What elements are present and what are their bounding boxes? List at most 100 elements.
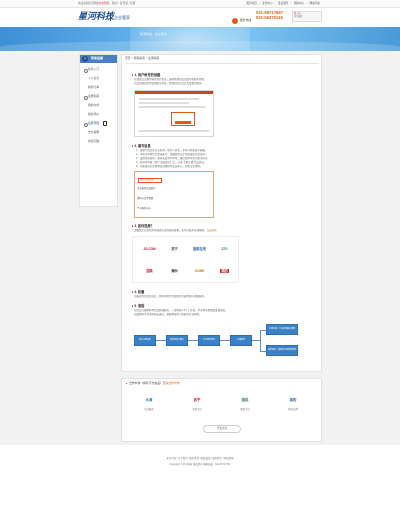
brand-logo-8: 美的 xyxy=(214,265,235,276)
partner-item[interactable]: 国美 零售平台 xyxy=(230,396,260,416)
main-content: 首页 > 帮助指南 > 注册指南 1. 用户帐号的创建 在线提交注册资料并进行验… xyxy=(121,54,322,372)
partners-title-note: （排名不分先后） xyxy=(140,381,163,385)
shot-register-button xyxy=(175,121,191,124)
partner-name: 电商平台 xyxy=(192,408,202,411)
partners-title: 合作伙伴（排名不分先后）更多合作伙伴 xyxy=(126,381,180,385)
partner-logo: 苏宁 xyxy=(193,398,201,402)
view-more-button[interactable]: 查看更多 xyxy=(203,425,241,433)
partner-item[interactable]: 苏宁 电商平台 xyxy=(182,396,212,416)
hotline-numbers: 021-56717667 021-56376116 xyxy=(256,10,283,20)
section-text-account-2: 完成注册后即可使用账号登录，管理您的企业业务及相关服务。 xyxy=(134,82,205,85)
sidebar-item-files[interactable]: 我的文件 xyxy=(80,101,117,110)
breadcrumb: 首页 > 帮助指南 > 注册指南 xyxy=(125,56,160,60)
shot-header-bar xyxy=(135,91,213,94)
brand-logo-1-text: JD.COM xyxy=(143,246,156,251)
section-text-process-1: 从提交注册资料到完成开通服务，一般需要1-3个工作日，平台将全程跟进办理进度。 xyxy=(134,309,228,312)
partner-name: 家电品牌 xyxy=(288,408,298,411)
fill-info-line-5: 5、注册成功后系统将自动跳转至会员中心，完善企业资料。 xyxy=(136,165,203,168)
logo-divider xyxy=(110,13,111,21)
top-link-business[interactable]: 业务中心 xyxy=(260,2,273,5)
top-links: 服务项目 业务中心 会员服务 帮助中心 网站导航 xyxy=(244,2,320,5)
fill-info-line-4: 4、阅读并同意《用户注册协议》后，点击“立即注册”完成提交。 xyxy=(136,161,207,164)
top-link-member[interactable]: 会员服务 xyxy=(275,2,288,5)
partners-more-link[interactable]: 更多合作伙伴 xyxy=(163,381,180,385)
choose-consult-link[interactable]: 点击咨询 xyxy=(207,229,217,232)
partner-item[interactable]: 水滴 企业服务 xyxy=(134,396,164,416)
partner-name: 企业服务 xyxy=(144,408,154,411)
flow-connector xyxy=(156,340,166,341)
site-logo[interactable]: 星河科技 xyxy=(78,12,114,23)
breadcrumb-divider xyxy=(125,63,319,64)
brand-logo-1: JD.COM xyxy=(139,243,160,254)
welcome-suffix[interactable]: ，您好！请 登录 / 注册 xyxy=(109,2,135,5)
top-link-help[interactable]: 帮助中心 xyxy=(291,2,304,5)
sidebar-item-register-guide[interactable]: 注册指南 xyxy=(80,92,117,101)
site-footer: 星河科技 | 关于我们 | 服务条款 | 隐私政策 | 联系我们 | 网站地图 … xyxy=(0,445,400,505)
footer-copyright: Copyright © 星河科技 版权所有 客服热线：021-56717667 xyxy=(169,463,231,466)
help-sidebar: ? 帮助指南 新手入门 个人信息 我的订单 注册指南 我的文件 我的评价 注册须… xyxy=(79,54,118,207)
brand-logo-7-text: GOME xyxy=(194,268,205,273)
screenshot-register-page xyxy=(134,90,214,137)
phone-icon xyxy=(232,18,238,24)
flow-connector xyxy=(188,340,198,341)
section-text-choose: 请根据企业实际需求选择合适的服务套餐，也可以联系在线客服。点击咨询 xyxy=(134,229,318,232)
section-title-choose: 3. 如何选择？ xyxy=(132,224,153,228)
section-title-discount: 4. 优惠 xyxy=(132,290,144,294)
sidebar-item-profile[interactable]: 个人信息 xyxy=(80,74,117,83)
flow-connector xyxy=(220,340,230,341)
flow-step-pay: 支付服务费用 xyxy=(198,335,220,346)
site-header: 星河科技 企业管家 服务热线 021-56717667 021-56376116… xyxy=(0,8,400,27)
brand-logo-2-text: 苏宁 xyxy=(171,246,178,251)
flow-result-complete: 办理完成，平台发送确认通知 xyxy=(266,324,298,335)
brand-logo-5: 国美 xyxy=(139,265,160,276)
footer-links[interactable]: 星河科技 | 关于我们 | 服务条款 | 隐私政策 | 联系我们 | 网站地图 xyxy=(0,457,400,460)
screenshot-member-menu: 账户信息管理 企业基本信息维护 资料与文件管理 个人服务中心 xyxy=(134,171,214,218)
qr-box[interactable]: 扫一扫 关注微信 xyxy=(292,11,322,22)
brand-logo-4-text: ZZS xyxy=(221,246,228,251)
help-icon: ? xyxy=(82,56,88,62)
partner-logo: 美的 xyxy=(289,398,297,402)
brand-logo-7: GOME xyxy=(189,265,210,276)
sidebar-item-payment[interactable]: 支付说明 xyxy=(80,128,117,137)
brand-logo-4: ZZS xyxy=(214,243,235,254)
sidebar-item-register-notes[interactable]: 注册须知 xyxy=(80,119,117,128)
welcome-text: 欢迎来到星河科技企业管家，您好！请 登录 / 注册 xyxy=(78,2,135,5)
menu-item-personal: 个人服务中心 xyxy=(137,208,151,210)
brand-logo-5-text: 国美 xyxy=(146,268,153,273)
flow-branch-line xyxy=(260,330,261,351)
sidebar-header: ? 帮助指南 xyxy=(80,55,117,63)
brand-logo-8-text: 美的 xyxy=(220,268,229,273)
hero-banner: 星河科技 · 企业管家 xyxy=(0,27,400,51)
partners-title-text: 合作伙伴 xyxy=(129,381,141,385)
section-title-account: 1. 用户帐号的创建 xyxy=(132,73,160,77)
banner-wave xyxy=(0,41,400,51)
section-text-account-1: 在线提交注册资料并进行验证，选择需要的会员类型和服务项目。 xyxy=(134,78,207,81)
sidebar-item-orders[interactable]: 我的订单 xyxy=(80,83,117,92)
hotline-label: 服务热线 xyxy=(240,18,252,22)
partner-item[interactable]: 美的 家电品牌 xyxy=(278,396,308,416)
mouse-cursor-icon xyxy=(103,121,107,126)
top-link-services[interactable]: 服务项目 xyxy=(246,2,256,5)
top-bar: 欢迎来到星河科技企业管家，您好！请 登录 / 注册 服务项目 业务中心 会员服务… xyxy=(0,0,400,8)
section-title-fill-info: 2. 填写信息 xyxy=(132,144,150,148)
choose-text: 请根据企业实际需求选择合适的服务套餐，也可以联系在线客服。 xyxy=(134,229,207,232)
partner-logo: 水滴 xyxy=(145,398,153,402)
sidebar-item-faq[interactable]: 常见问题 xyxy=(80,137,117,146)
section-text-discount: 注册成为正式会员后，即可享受平台提供的专属优惠与增值服务。 xyxy=(134,295,207,298)
logo-subtitle: 企业管家 xyxy=(114,15,130,20)
shot-row xyxy=(139,106,205,108)
brand-logo-6: 海尔 xyxy=(164,265,185,276)
fill-info-line-3: 3、设置登录密码，密码长度为6-20位，建议使用字母与数字组合。 xyxy=(136,157,210,160)
sidebar-item-beginner[interactable]: 新手入门 xyxy=(80,65,117,74)
menu-highlight-item: 账户信息管理 xyxy=(138,178,162,183)
partners-section: 合作伙伴（排名不分先后）更多合作伙伴 水滴 企业服务 苏宁 电商平台 国美 零售… xyxy=(121,378,322,442)
brand-logo-6-text: 海尔 xyxy=(171,268,178,273)
brand-logo-3-text: 国美在线 xyxy=(193,246,206,251)
flow-step-review: 资料审核与确认 xyxy=(166,335,188,346)
sidebar-item-reviews[interactable]: 我的评价 xyxy=(80,110,117,119)
shot-row xyxy=(139,102,189,104)
banner-text: 星河科技 · 企业管家 xyxy=(140,32,167,36)
shot-row xyxy=(139,98,199,100)
brand-logo-3: 国美在线 xyxy=(189,243,210,254)
top-link-sitemap[interactable]: 网站导航 xyxy=(307,2,320,5)
